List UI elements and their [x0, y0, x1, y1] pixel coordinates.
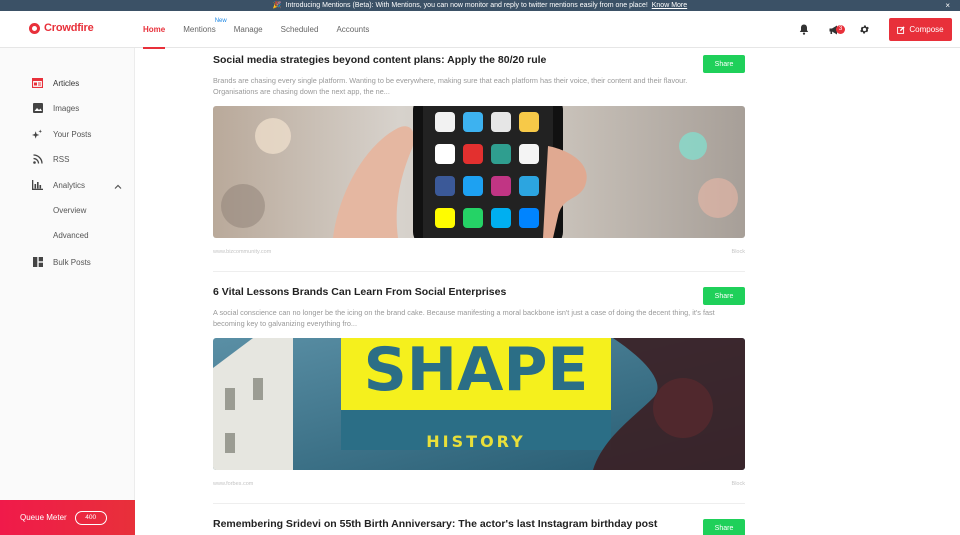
article-tag: Block [731, 249, 745, 255]
image-big-text: SHAPE [364, 338, 589, 405]
compose-icon [897, 25, 905, 34]
sidebar-item-analytics[interactable]: Analytics [32, 178, 85, 192]
sidebar-item-images[interactable]: Images [32, 101, 79, 115]
compose-button[interactable]: Compose [889, 18, 952, 41]
share-button[interactable]: Share [703, 55, 745, 73]
bar-chart-icon [32, 180, 43, 191]
queue-meter-value: 400 [74, 510, 107, 525]
sidebar-item-label: Your Posts [53, 129, 92, 139]
rss-icon [32, 154, 43, 165]
tab-accounts[interactable]: Accounts [327, 11, 378, 48]
article-title[interactable]: Remembering Sridevi on 55th Birth Annive… [213, 518, 657, 530]
sidebar-item-label: Images [53, 103, 80, 113]
share-button[interactable]: Share [703, 287, 745, 305]
sidebar-item-articles[interactable]: Articles [32, 76, 79, 90]
article-title[interactable]: Social media strategies beyond content p… [213, 54, 546, 66]
compose-label: Compose [909, 25, 944, 34]
article-description: A social conscience can no longer be the… [213, 308, 715, 328]
header-actions: 3 Compose [797, 18, 952, 41]
sidebar-item-label: Bulk Posts [53, 257, 91, 267]
sidebar-item-label: Analytics [53, 180, 86, 190]
tab-scheduled[interactable]: Scheduled [272, 11, 328, 48]
article-feed: Social media strategies beyond content p… [213, 48, 745, 535]
sidebar-item-label: RSS [53, 154, 70, 164]
divider [213, 271, 745, 272]
sidebar-item-bulk-posts[interactable]: Bulk Posts [32, 255, 91, 269]
sidebar: Articles Images Your Posts RSS Analytics… [0, 48, 135, 535]
tab-home[interactable]: Home [134, 11, 174, 49]
top-navigation: Crowdfire Home Mentions New Manage Schedu… [0, 11, 960, 49]
article-image[interactable] [213, 106, 745, 238]
queue-meter[interactable]: Queue Meter 400 [0, 500, 135, 535]
bell-icon[interactable] [797, 23, 811, 37]
notification-count-badge: 3 [836, 24, 845, 34]
sidebar-item-rss[interactable]: RSS [32, 152, 69, 166]
sidebar-subitem-overview[interactable]: Overview [53, 206, 86, 215]
announcement-text: Introducing Mentions (Beta): With Mentio… [285, 2, 648, 9]
queue-meter-label: Queue Meter [20, 513, 67, 522]
sidebar-subitem-advanced[interactable]: Advanced [53, 231, 89, 240]
bulk-icon [32, 257, 43, 268]
party-icon: 🎉 [272, 2, 282, 9]
article-description: Brands are chasing every single platform… [213, 76, 688, 96]
article-tag: Block [731, 481, 745, 487]
close-icon[interactable]: × [945, 0, 950, 11]
articles-icon [32, 78, 43, 89]
tab-home-label: Home [143, 25, 166, 34]
crowdfire-logo[interactable]: Crowdfire [29, 22, 94, 34]
tab-scheduled-label: Scheduled [280, 25, 319, 34]
logo-text: Crowdfire [44, 22, 94, 34]
main-tabs: Home Mentions New Manage Scheduled Accoun… [134, 11, 378, 49]
chevron-up-icon[interactable] [114, 178, 122, 189]
know-more-link[interactable]: Know More [652, 2, 687, 9]
tab-accounts-label: Accounts [336, 25, 370, 34]
logo-mark-icon [29, 22, 40, 34]
article-title[interactable]: 6 Vital Lessons Brands Can Learn From So… [213, 286, 506, 298]
article-source[interactable]: www.forbes.com [213, 481, 253, 487]
tab-mentions[interactable]: Mentions New [174, 11, 226, 48]
share-button[interactable]: Share [703, 519, 745, 535]
sidebar-item-your-posts[interactable]: Your Posts [32, 127, 91, 141]
article-source[interactable]: www.bizcommunity.com [213, 249, 271, 255]
tab-manage-label: Manage [233, 25, 263, 34]
gear-icon[interactable] [857, 23, 871, 37]
announcement-bar: 🎉 Introducing Mentions (Beta): With Menti… [0, 0, 960, 11]
megaphone-icon[interactable]: 3 [827, 23, 845, 37]
divider [213, 503, 745, 504]
tab-manage[interactable]: Manage [225, 11, 272, 48]
image-icon [32, 103, 43, 114]
tab-mentions-label: Mentions [183, 25, 216, 34]
sparkle-icon [32, 128, 43, 140]
sidebar-item-label: Articles [53, 78, 80, 88]
image-small-text: HISTORY [426, 432, 525, 451]
article-image[interactable]: SHAPE HISTORY [213, 338, 745, 470]
